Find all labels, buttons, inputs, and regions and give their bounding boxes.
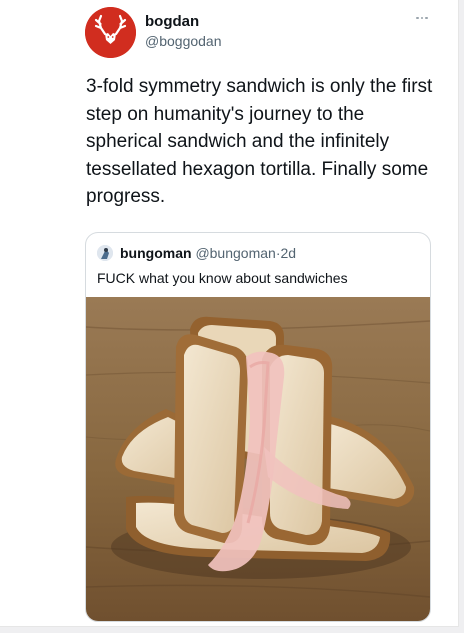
author-handle: @boggodan xyxy=(145,33,222,49)
quoted-tweet-text: FUCK what you know about sandwiches xyxy=(97,270,348,286)
quoted-author-avatar[interactable] xyxy=(97,245,113,261)
user-avatar-icon xyxy=(97,245,113,261)
tweet-card: bogdan @boggodan 3-fold symmetry sandwic… xyxy=(0,0,459,627)
quoted-author-handle: @bungoman xyxy=(195,245,276,261)
tweet-text: 3-fold symmetry sandwich is only the fir… xyxy=(86,76,433,207)
three-slice-bread-sandwich-image[interactable] xyxy=(86,297,430,621)
deer-antlers-icon xyxy=(85,7,136,58)
more-options-button[interactable] xyxy=(409,10,435,26)
author-avatar[interactable] xyxy=(85,7,136,58)
quoted-timestamp[interactable]: 2d xyxy=(281,245,297,261)
author-display-name[interactable]: bogdan xyxy=(145,13,199,30)
more-options-icon xyxy=(416,16,419,20)
quoted-tweet-header: bungoman @bungoman·2d xyxy=(120,245,296,261)
quoted-tweet[interactable]: bungoman @bungoman·2d FUCK what you know… xyxy=(85,232,431,622)
quoted-author-display-name[interactable]: bungoman xyxy=(120,245,192,261)
